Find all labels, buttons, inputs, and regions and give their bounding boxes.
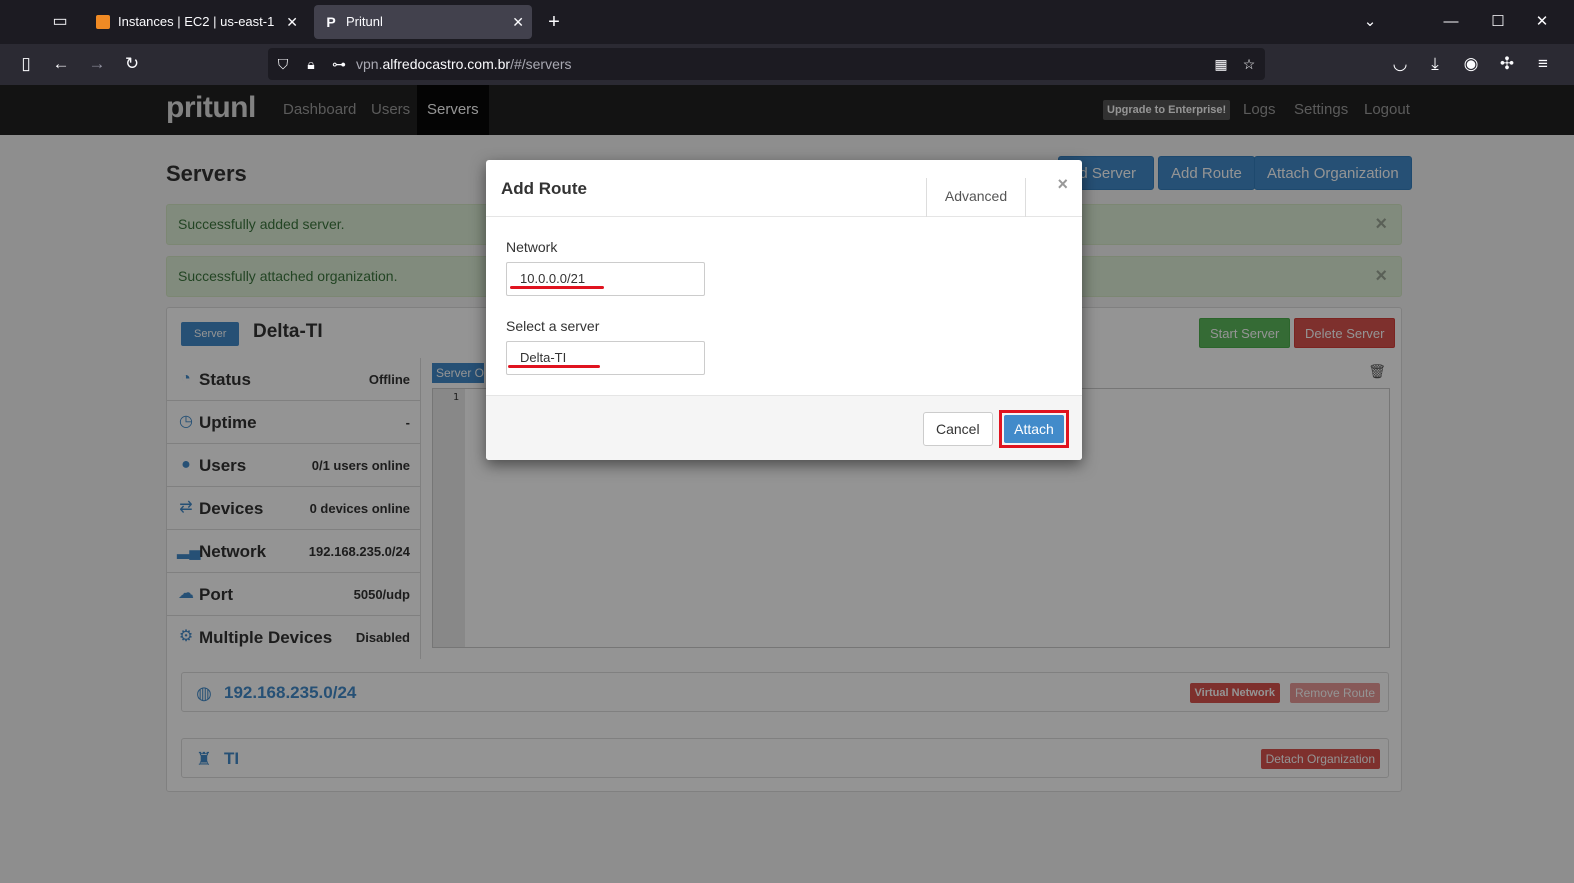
download-icon[interactable]: ⤓ [1421, 50, 1449, 78]
list-all-tabs-icon[interactable]: ⌄ [1350, 8, 1390, 36]
menu-icon[interactable]: ≡ [1529, 50, 1557, 78]
forward-icon[interactable]: → [83, 50, 111, 78]
url-bar[interactable]: ⛉ 🔒︎ ⊶ vpn.alfredocastro.com.br/#/server… [268, 48, 1265, 80]
aws-favicon-icon [96, 15, 110, 29]
sidebar-icon[interactable]: ▯ [12, 50, 40, 78]
advanced-tab[interactable]: Advanced [926, 178, 1026, 217]
cancel-button[interactable]: Cancel [923, 412, 993, 446]
network-label: Network [506, 239, 558, 255]
modal-title: Add Route [501, 179, 587, 198]
tab-title: Pritunl [346, 14, 383, 29]
extensions-icon[interactable]: ✣ [1493, 50, 1521, 78]
tab-list-icon[interactable]: ▭ [44, 8, 76, 36]
page-content: pritunl Dashboard Users Servers Upgrade … [0, 85, 1574, 883]
pritunl-favicon-icon: P [326, 14, 336, 30]
browser-tab-pritunl[interactable]: P Pritunl ✕ [314, 5, 532, 39]
network-underline [510, 286, 604, 289]
add-route-modal: Add Route Advanced × Network 10.0.0.0/21… [486, 160, 1082, 460]
pocket-icon[interactable]: ◡ [1386, 50, 1414, 78]
permissions-icon[interactable]: ⊶ [328, 52, 350, 76]
modal-header: Add Route Advanced × [486, 160, 1082, 217]
close-icon[interactable]: × [1057, 174, 1068, 195]
new-tab-icon[interactable]: + [542, 8, 566, 36]
network-input[interactable]: 10.0.0.0/21 [506, 262, 705, 296]
url-text[interactable]: vpn.alfredocastro.com.br/#/servers [356, 56, 572, 72]
maximize-icon[interactable]: ☐ [1478, 8, 1518, 36]
select-server-label: Select a server [506, 318, 600, 334]
tab-title: Instances | EC2 | us-east-1 [118, 14, 275, 29]
close-tab-icon[interactable]: ✕ [286, 5, 298, 39]
close-tab-icon[interactable]: ✕ [512, 5, 524, 39]
browser-tab-ec2[interactable]: Instances | EC2 | us-east-1 ✕ [86, 5, 306, 39]
reload-icon[interactable]: ↻ [118, 50, 146, 78]
qr-code-icon[interactable]: ▦ [1210, 52, 1232, 76]
modal-footer: Cancel Attach [486, 395, 1082, 460]
back-icon[interactable]: ← [47, 50, 75, 78]
attach-button[interactable]: Attach [1004, 415, 1064, 443]
browser-tabbar: ▭ Instances | EC2 | us-east-1 ✕ P Pritun… [0, 0, 1574, 44]
browser-navbar: ▯ ← → ↻ ⛉ 🔒︎ ⊶ vpn.alfredocastro.com.br/… [0, 44, 1574, 85]
bookmark-star-icon[interactable]: ☆ [1238, 52, 1260, 76]
shield-icon[interactable]: ⛉ [272, 52, 294, 76]
minimize-icon[interactable]: — [1431, 8, 1471, 36]
close-window-icon[interactable]: ✕ [1522, 8, 1562, 36]
server-select[interactable]: Delta-TI [506, 341, 705, 375]
lock-icon[interactable]: 🔒︎ [300, 52, 322, 76]
account-icon[interactable]: ◉ [1457, 50, 1485, 78]
server-underline [508, 365, 600, 368]
